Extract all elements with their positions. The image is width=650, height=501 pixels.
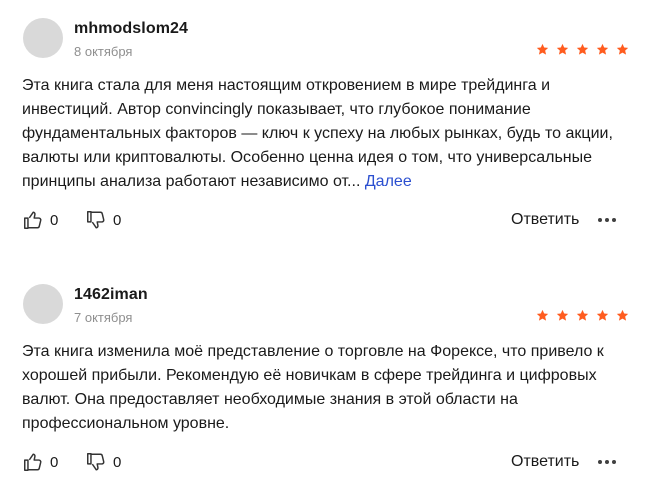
review-text-body: Эта книга стала для меня настоящим откро… <box>22 77 613 190</box>
like-button[interactable]: 0 <box>22 209 58 231</box>
star-icon <box>576 43 589 56</box>
read-more-link[interactable]: Далее <box>365 173 412 190</box>
star-icon <box>556 309 569 322</box>
like-count: 0 <box>50 453 59 471</box>
star-icon <box>536 43 549 56</box>
review-actions: 0 0 Ответить <box>22 451 632 475</box>
star-icon <box>556 43 569 56</box>
review-text: Эта книга изменила моё представление о т… <box>22 343 604 432</box>
dislike-count: 0 <box>113 211 122 229</box>
reply-button[interactable]: Ответить <box>511 453 579 471</box>
thumbs-down-icon <box>87 211 105 229</box>
review-date: 8 октября <box>74 44 133 59</box>
review-date: 7 октября <box>74 310 133 325</box>
rating-stars <box>536 43 629 56</box>
thumbs-up-icon <box>24 453 42 471</box>
rating-stars <box>536 309 629 322</box>
star-icon <box>596 43 609 56</box>
more-dots-icon[interactable] <box>598 218 616 222</box>
thumbs-down-icon <box>87 453 105 471</box>
review-text: Эта книга стала для меня настоящим откро… <box>22 74 630 194</box>
review-username[interactable]: 1462iman <box>74 286 148 304</box>
review-username[interactable]: mhmodslom24 <box>74 20 188 38</box>
review-actions: 0 0 Ответить <box>22 209 632 233</box>
like-button[interactable]: 0 <box>22 451 58 473</box>
avatar[interactable] <box>23 18 63 58</box>
star-icon <box>616 43 629 56</box>
avatar[interactable] <box>23 284 63 324</box>
star-icon <box>596 309 609 322</box>
dislike-count: 0 <box>113 453 122 471</box>
star-icon <box>616 309 629 322</box>
reply-button[interactable]: Ответить <box>511 211 579 229</box>
dislike-button[interactable]: 0 <box>85 451 121 473</box>
dislike-button[interactable]: 0 <box>85 209 121 231</box>
star-icon <box>536 309 549 322</box>
like-count: 0 <box>50 211 59 229</box>
thumbs-up-icon <box>24 211 42 229</box>
more-dots-icon[interactable] <box>598 460 616 464</box>
star-icon <box>576 309 589 322</box>
